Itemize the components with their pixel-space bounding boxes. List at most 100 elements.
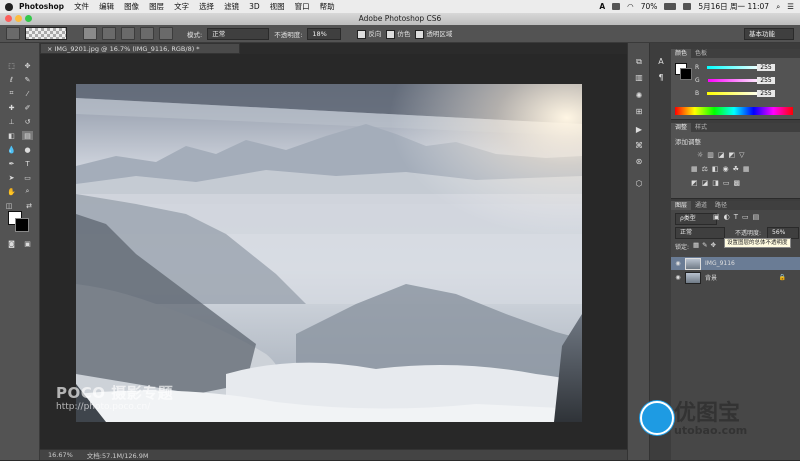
black-white-icon[interactable]: ◧ bbox=[712, 165, 719, 173]
layer-row-background[interactable]: ◉ 背景 🔒 bbox=[671, 271, 800, 284]
radial-gradient-button[interactable] bbox=[102, 27, 116, 40]
gradient-map-icon[interactable]: ▭ bbox=[723, 179, 730, 187]
crop-tool-icon[interactable]: ⌗ bbox=[6, 89, 17, 98]
menu-help[interactable]: 帮助 bbox=[320, 1, 335, 12]
clock[interactable]: 5月16日 周一 11:07 bbox=[698, 1, 769, 12]
display-icon[interactable] bbox=[683, 3, 692, 10]
color-spectrum[interactable] bbox=[675, 107, 793, 115]
curves-icon[interactable]: ◪ bbox=[718, 151, 725, 159]
bluetooth-icon[interactable] bbox=[612, 3, 621, 10]
actions-panel-icon[interactable]: ▶ bbox=[633, 125, 645, 135]
invert-icon[interactable]: ◩ bbox=[691, 179, 698, 187]
threshold-icon[interactable]: ◨ bbox=[712, 179, 719, 187]
lock-move-icon[interactable]: ✥ bbox=[711, 241, 716, 249]
tab-paths[interactable]: 路径 bbox=[711, 201, 731, 210]
clone-stamp-tool-icon[interactable]: ⊥ bbox=[6, 117, 17, 126]
rectangle-tool-icon[interactable]: ▭ bbox=[22, 173, 33, 182]
transparency-option[interactable]: 透明区域 bbox=[415, 28, 452, 39]
green-value[interactable]: 255 bbox=[757, 77, 775, 84]
dither-option[interactable]: 仿色 bbox=[386, 28, 410, 39]
hand-tool-icon[interactable]: ✋ bbox=[6, 187, 17, 196]
wifi-icon[interactable]: ◠ bbox=[627, 2, 634, 11]
zoom-tool-icon[interactable]: ⌕ bbox=[22, 187, 33, 196]
filter-type-icon[interactable]: T bbox=[734, 213, 738, 221]
tool-presets-icon[interactable]: ⌘ bbox=[633, 141, 645, 151]
selective-color-icon[interactable]: ▩ bbox=[734, 179, 741, 187]
history-panel-icon[interactable]: ⧉ bbox=[633, 57, 645, 67]
angle-gradient-button[interactable] bbox=[121, 27, 135, 40]
green-slider-row[interactable]: G bbox=[695, 77, 762, 84]
apple-menu-icon[interactable] bbox=[5, 2, 13, 11]
dither-checkbox[interactable] bbox=[386, 29, 396, 39]
close-window-icon[interactable] bbox=[5, 15, 12, 22]
search-icon[interactable]: ⌕ bbox=[776, 2, 780, 12]
move-tool-icon[interactable]: ✥ bbox=[22, 61, 33, 70]
red-slider[interactable] bbox=[707, 66, 762, 69]
menu-edit[interactable]: 编辑 bbox=[99, 1, 114, 12]
3d-panel-icon[interactable]: ⬡ bbox=[633, 179, 645, 189]
blue-slider-row[interactable]: B bbox=[695, 90, 762, 97]
layer-filter-select[interactable]: ρ类型 bbox=[675, 213, 717, 225]
marquee-tool-icon[interactable]: ⬚ bbox=[6, 61, 17, 70]
green-slider[interactable] bbox=[707, 79, 762, 82]
linear-gradient-button[interactable] bbox=[83, 27, 97, 40]
color-balance-icon[interactable]: ⚖ bbox=[702, 165, 708, 173]
exposure-icon[interactable]: ◩ bbox=[729, 151, 736, 159]
gradient-tool-icon[interactable]: ▤ bbox=[22, 131, 33, 140]
type-tool-icon[interactable]: T bbox=[22, 159, 33, 168]
tab-channels[interactable]: 通道 bbox=[691, 201, 711, 210]
menu-window[interactable]: 窗口 bbox=[295, 1, 310, 12]
blue-value[interactable]: 255 bbox=[757, 90, 775, 97]
posterize-icon[interactable]: ◪ bbox=[702, 179, 709, 187]
background-color-swatch[interactable] bbox=[15, 218, 29, 232]
zoom-level[interactable]: 16.67% bbox=[48, 451, 73, 459]
reverse-checkbox[interactable] bbox=[357, 29, 367, 39]
brush-tool-icon[interactable]: ✐ bbox=[22, 103, 33, 112]
battery-icon[interactable] bbox=[664, 3, 677, 10]
pen-tool-icon[interactable]: ✒ bbox=[6, 159, 17, 168]
dodge-tool-icon[interactable]: ● bbox=[22, 145, 33, 154]
menu-app-name[interactable]: Photoshop bbox=[19, 2, 64, 11]
zoom-window-icon[interactable] bbox=[25, 15, 32, 22]
menu-layer[interactable]: 图层 bbox=[149, 1, 164, 12]
document-tab[interactable]: × IMG_9201.jpg @ 16.7% (IMG_9116, RGB/8)… bbox=[40, 43, 240, 54]
character-panel-icon[interactable]: A bbox=[655, 57, 667, 67]
tab-styles[interactable]: 样式 bbox=[691, 123, 711, 132]
tab-adjustments[interactable]: 调整 bbox=[671, 123, 692, 132]
brush-panel-icon[interactable]: ✺ bbox=[633, 91, 645, 101]
blur-tool-icon[interactable]: 💧 bbox=[6, 145, 17, 154]
reverse-option[interactable]: 反向 bbox=[357, 28, 381, 39]
menu-3d[interactable]: 3D bbox=[249, 2, 260, 11]
path-select-tool-icon[interactable]: ➤ bbox=[6, 173, 17, 182]
tab-layers[interactable]: 图层 bbox=[671, 201, 692, 210]
eraser-tool-icon[interactable]: ◧ bbox=[6, 131, 17, 140]
diamond-gradient-button[interactable] bbox=[159, 27, 173, 40]
levels-icon[interactable]: ▥ bbox=[707, 151, 714, 159]
default-colors-icon[interactable]: ◫ bbox=[6, 202, 13, 210]
filter-shape-icon[interactable]: ▭ bbox=[742, 213, 749, 221]
channel-mixer-icon[interactable]: ☘ bbox=[733, 165, 739, 173]
layer-row-img9116[interactable]: ◉ IMG_9116 bbox=[671, 257, 800, 270]
adobe-icon[interactable]: A bbox=[599, 2, 605, 11]
menu-select[interactable]: 选择 bbox=[199, 1, 214, 12]
vibrance-icon[interactable]: ▽ bbox=[739, 151, 744, 159]
paragraph-panel-icon[interactable]: ⊞ bbox=[633, 107, 645, 117]
close-tab-icon[interactable]: × bbox=[47, 45, 55, 53]
blend-mode-select[interactable]: 正常 bbox=[675, 227, 725, 239]
paragraph-icon[interactable]: ¶ bbox=[655, 73, 667, 83]
photo-filter-icon[interactable]: ◉ bbox=[723, 165, 729, 173]
filter-adjustment-icon[interactable]: ◐ bbox=[724, 213, 730, 221]
transparency-checkbox[interactable] bbox=[415, 29, 425, 39]
color-bg-swatch[interactable] bbox=[680, 68, 692, 80]
workspace-select[interactable]: 基本功能 bbox=[744, 27, 794, 40]
document-size[interactable]: 文档:57.1M/126.9M bbox=[87, 450, 149, 460]
screen-mode-icon[interactable]: ▣ bbox=[22, 239, 33, 248]
swap-colors-icon[interactable]: ⇄ bbox=[26, 202, 32, 210]
clone-source-icon[interactable]: ⊛ bbox=[633, 157, 645, 167]
quick-select-tool-icon[interactable]: ✎ bbox=[22, 75, 33, 84]
brightness-icon[interactable]: ☼ bbox=[697, 151, 703, 159]
eyedropper-tool-icon[interactable]: ⁄ bbox=[22, 89, 33, 98]
red-value[interactable]: 255 bbox=[757, 64, 775, 71]
minimize-window-icon[interactable] bbox=[15, 15, 22, 22]
opacity-input[interactable]: 18% bbox=[307, 27, 342, 40]
